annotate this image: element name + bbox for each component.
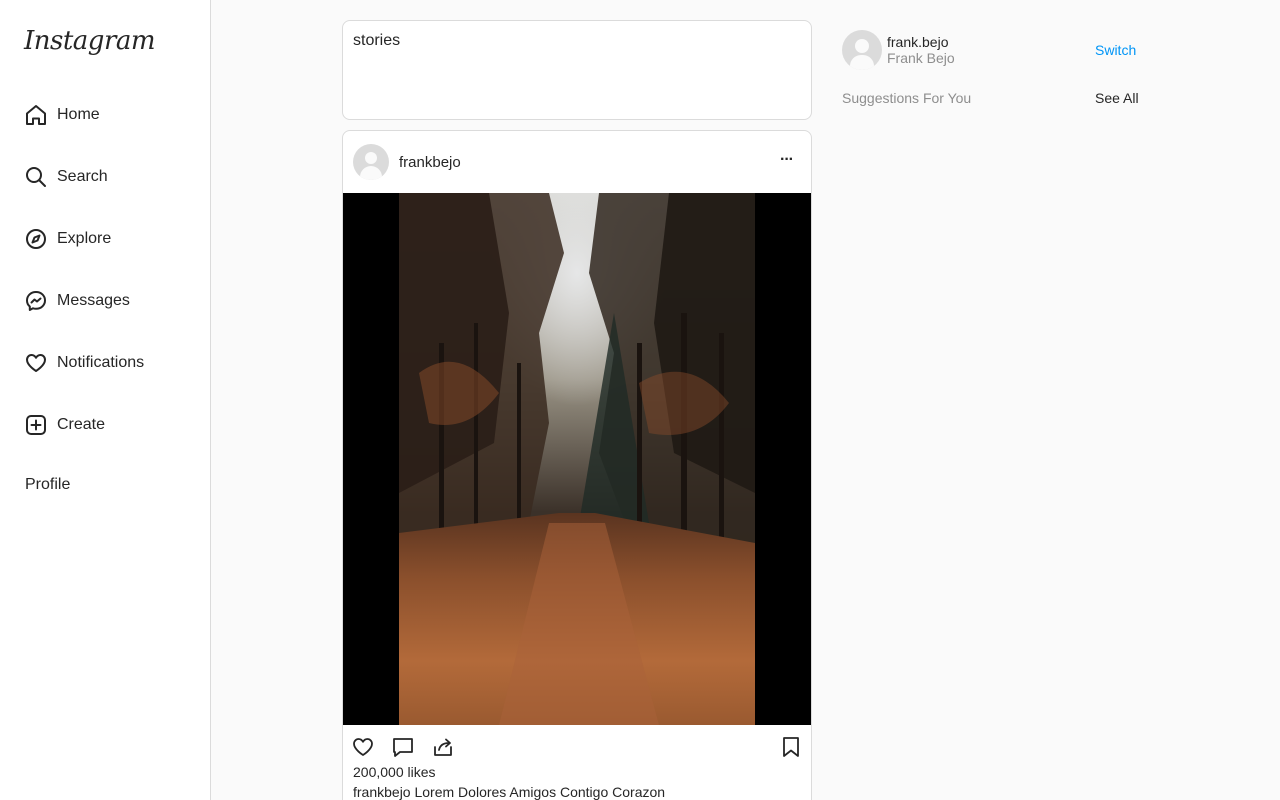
caption-text: Lorem Dolores Amigos Contigo Corazon	[410, 784, 666, 800]
like-heart-icon[interactable]	[351, 735, 375, 759]
post-actions	[343, 727, 811, 767]
sidebar-item-label: Messages	[57, 292, 130, 309]
sidebar-item-create[interactable]: Create	[24, 411, 105, 439]
search-icon	[24, 165, 48, 189]
see-all-link[interactable]: See All	[1095, 90, 1139, 106]
switch-account-button[interactable]: Switch	[1095, 42, 1136, 58]
post-username[interactable]: frankbejo	[399, 154, 461, 171]
avatar[interactable]	[353, 144, 389, 180]
post-header: frankbejo ···	[343, 131, 811, 193]
heart-icon	[24, 351, 48, 375]
sidebar-item-label: Search	[57, 168, 108, 185]
sidebar-item-explore[interactable]: Explore	[24, 225, 111, 253]
share-icon[interactable]	[431, 735, 455, 759]
current-user-card: frank.bejo Frank Bejo Switch	[842, 30, 1142, 70]
instagram-logo[interactable]: Instagram	[24, 26, 156, 56]
sidebar-item-label: Profile	[25, 476, 71, 493]
sidebar-item-messages[interactable]: Messages	[24, 287, 130, 315]
sidebar: Instagram Home Search Explore Messages N…	[0, 0, 211, 800]
avatar[interactable]	[842, 30, 882, 70]
post-caption: frankbejo Lorem Dolores Amigos Contigo C…	[353, 784, 665, 800]
sidebar-item-label: Notifications	[57, 354, 145, 371]
feed-post: frankbejo ··· 200,000 likes frankbejo Lo…	[342, 130, 812, 800]
comment-icon[interactable]	[391, 735, 415, 759]
sidebar-item-label: Explore	[57, 230, 112, 247]
caption-username[interactable]: frankbejo	[353, 784, 411, 800]
messenger-icon	[24, 289, 48, 313]
post-media	[343, 193, 811, 725]
stories-bar[interactable]: stories	[342, 20, 812, 120]
sidebar-item-search[interactable]: Search	[24, 163, 108, 191]
bookmark-icon[interactable]	[779, 735, 803, 759]
compass-icon	[24, 227, 48, 251]
current-full-name: Frank Bejo	[887, 50, 955, 66]
current-username[interactable]: frank.bejo	[887, 34, 948, 50]
post-image[interactable]	[399, 193, 755, 725]
sidebar-item-label: Home	[57, 106, 100, 123]
likes-count[interactable]: 200,000 likes	[353, 764, 436, 780]
sidebar-item-label: Create	[57, 416, 106, 433]
sidebar-item-notifications[interactable]: Notifications	[24, 349, 144, 377]
home-icon	[24, 103, 48, 127]
sidebar-item-home[interactable]: Home	[24, 101, 100, 129]
sidebar-item-profile[interactable]: Profile	[24, 471, 70, 499]
suggestions-title: Suggestions For You	[842, 90, 972, 106]
plus-square-icon	[24, 413, 48, 437]
stories-label: stories	[353, 32, 401, 49]
more-options-icon[interactable]: ···	[780, 151, 794, 169]
